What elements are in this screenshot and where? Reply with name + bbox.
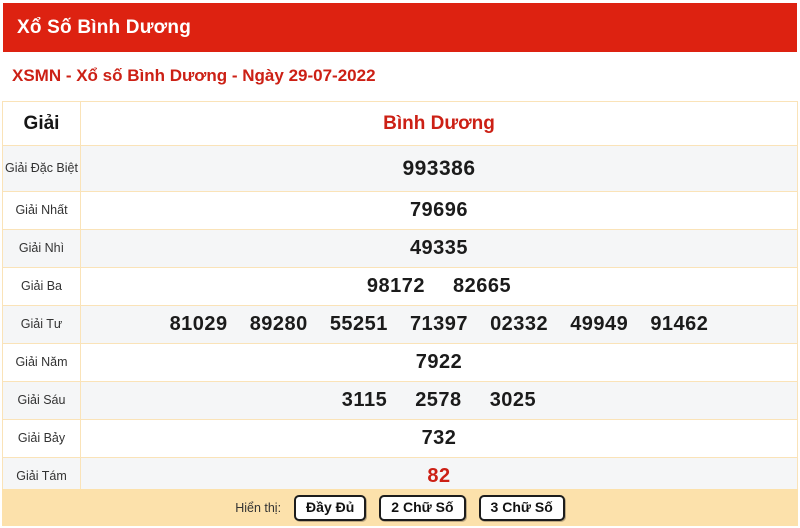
- table-row: Giải Đặc Biệt 993386: [2, 145, 798, 192]
- prize-number: 993386: [402, 156, 476, 180]
- prize-numbers-cell: 3115 2578 3025: [80, 381, 798, 420]
- prize-label: Giải Tư: [2, 305, 81, 344]
- prize-label: Giải Bảy: [2, 419, 81, 458]
- result-subheading: XSMN - Xổ số Bình Dương - Ngày 29-07-202…: [12, 66, 376, 85]
- prize-label: Giải Nhất: [2, 191, 81, 230]
- prize-number-list: 3115 2578 3025: [81, 389, 797, 412]
- display-mode-label: Hiển thị:: [235, 500, 282, 515]
- table-head: Giải Bình Dương: [2, 101, 798, 146]
- prize-number: 81029: [169, 313, 228, 335]
- prize-label: Giải Ba: [2, 267, 81, 306]
- display-mode-button-2[interactable]: 2 Chữ Số: [379, 494, 466, 521]
- prize-number-list: 732: [81, 427, 797, 450]
- prize-number: 82665: [453, 275, 512, 297]
- prize-numbers-cell: 49335: [80, 229, 798, 268]
- subheading-container: XSMN - Xổ số Bình Dương - Ngày 29-07-202…: [0, 52, 800, 100]
- table-row: Giải Tư 81029 89280 55251 71397 02332 49949 914…: [2, 305, 798, 344]
- table-row: Giải Ba 98172 82665: [2, 267, 798, 306]
- table-row: Giải Bảy 732: [2, 419, 798, 458]
- column-header-prize: Giải: [2, 101, 81, 146]
- prize-number: 3025: [489, 389, 537, 411]
- prize-number-list: 98172 82665: [81, 275, 797, 298]
- prize-label: Giải Nhì: [2, 229, 81, 268]
- prize-number: 71397: [409, 313, 469, 335]
- prize-number: 2578: [415, 389, 462, 411]
- display-mode-button-3[interactable]: 3 Chữ Số: [478, 494, 565, 521]
- prize-number-list: 7922: [81, 351, 797, 374]
- lottery-results-table: Giải Bình Dương Giải Đặc Biệt 993386 Giải …: [2, 101, 798, 496]
- prize-number-list: 993386: [81, 157, 797, 181]
- prize-numbers-cell: 79696: [80, 191, 798, 230]
- prize-number: 02332: [490, 313, 549, 335]
- prize-number: 49949: [570, 313, 629, 335]
- prize-number: 55251: [329, 313, 388, 335]
- prize-number: 3115: [341, 389, 388, 411]
- prize-number: 89280: [249, 313, 308, 335]
- table-row: Giải Sáu 3115 2578 3025: [2, 381, 798, 420]
- page-header-bar: Xổ Số Bình Dương: [3, 3, 797, 52]
- prize-numbers-cell: 81029 89280 55251 71397 02332 49949 91462: [80, 305, 798, 344]
- prize-number: 732: [421, 427, 457, 449]
- display-mode-button-1[interactable]: Đầy Đủ: [294, 494, 367, 521]
- prize-number: 91462: [650, 313, 709, 335]
- prize-number-list: 82: [81, 465, 797, 488]
- prize-number: 79696: [409, 199, 469, 221]
- table-row: Giải Nhì 49335: [2, 229, 798, 268]
- prize-label: Giải Sáu: [2, 381, 81, 420]
- prize-number-list: 49335: [81, 237, 797, 260]
- display-mode-footer: Hiển thị: Đầy Đủ 2 Chữ Số 3 Chữ Số: [2, 489, 798, 526]
- prize-numbers-cell: 98172 82665: [80, 267, 798, 306]
- lottery-result-page: Xổ Số Bình Dương XSMN - Xổ số Bình Dương…: [0, 0, 800, 528]
- prize-number: 98172: [366, 275, 425, 297]
- prize-number: 49335: [409, 237, 469, 259]
- table-header-row: Giải Bình Dương: [2, 101, 798, 146]
- table-row: Giải Năm 7922: [2, 343, 798, 382]
- table-row: Giải Nhất 79696: [2, 191, 798, 230]
- prize-number: 82: [427, 465, 451, 487]
- prize-number-list: 81029 89280 55251 71397 02332 49949 91462: [81, 313, 797, 336]
- prize-label: Giải Đặc Biệt: [2, 145, 81, 192]
- display-mode-button-group: Đầy Đủ 2 Chữ Số 3 Chữ Số: [294, 494, 565, 521]
- prize-numbers-cell: 7922: [80, 343, 798, 382]
- prize-number-list: 79696: [81, 199, 797, 222]
- prize-label: Giải Năm: [2, 343, 81, 382]
- page-title: Xổ Số Bình Dương: [17, 16, 192, 38]
- table-body: Giải Đặc Biệt 993386 Giải Nhất 79696 Giải Nh…: [2, 145, 798, 496]
- prize-number: 7922: [415, 351, 463, 373]
- prize-numbers-cell: 993386: [80, 145, 798, 192]
- prize-numbers-cell: 732: [80, 419, 798, 458]
- column-header-province: Bình Dương: [80, 101, 798, 146]
